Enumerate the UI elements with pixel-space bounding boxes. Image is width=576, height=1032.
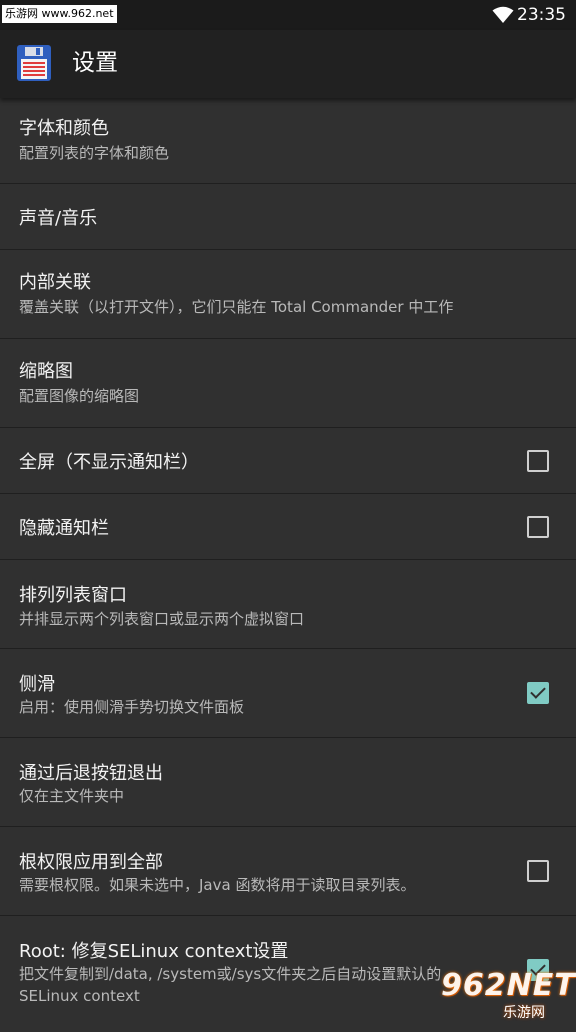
setting-subtitle: 仅在主文件夹中 xyxy=(19,787,125,805)
root-apply-all-checkbox[interactable] xyxy=(527,860,549,882)
watermark-logo: 962NET 乐游网 xyxy=(441,968,575,1021)
setting-subtitle: 覆盖关联（以打开文件），它们只能在 Total Commander 中工作 xyxy=(19,298,454,316)
setting-title: 隐藏通知栏 xyxy=(19,518,109,539)
page-title: 设置 xyxy=(72,50,118,76)
setting-sound-music[interactable]: 声音/音乐 xyxy=(0,184,576,250)
setting-title: 排列列表窗口 xyxy=(19,585,127,606)
status-bar: 乐游网 www.962.net 23:35 xyxy=(0,0,576,30)
watermark-logo-text: 962NET xyxy=(441,968,576,1003)
setting-title: 字体和颜色 xyxy=(19,118,109,139)
setting-font-color[interactable]: 字体和颜色 配置列表的字体和颜色 xyxy=(0,98,576,184)
setting-thumbnails[interactable]: 缩略图 配置图像的缩略图 xyxy=(0,339,576,428)
settings-list: 字体和颜色 配置列表的字体和颜色 声音/音乐 内部关联 覆盖关联（以打开文件），… xyxy=(0,98,576,1032)
setting-subtitle: 配置图像的缩略图 xyxy=(19,387,140,405)
hide-notification-bar-checkbox[interactable] xyxy=(527,516,549,538)
watermark-label: 乐游网 www.962.net xyxy=(2,5,117,23)
status-clock: 23:35 xyxy=(517,5,566,25)
app-bar: 设置 xyxy=(0,30,576,98)
setting-arrange-windows[interactable]: 排列列表窗口 并排显示两个列表窗口或显示两个虚拟窗口 xyxy=(0,560,576,649)
setting-hide-notification-bar[interactable]: 隐藏通知栏 xyxy=(0,494,576,560)
setting-subtitle: 把文件复制到/data, /system或/sys文件夹之后自动设置默认的 SE… xyxy=(19,965,442,1005)
setting-title: Root: 修复SELinux context设置 xyxy=(19,941,289,962)
setting-title: 声音/音乐 xyxy=(19,208,98,229)
setting-title: 全屏（不显示通知栏） xyxy=(19,452,199,473)
check-icon xyxy=(530,683,546,699)
setting-exit-back-button[interactable]: 通过后退按钮退出 仅在主文件夹中 xyxy=(0,738,576,827)
setting-root-apply-all[interactable]: 根权限应用到全部 需要根权限。如果未选中，Java 函数将用于读取目录列表。 xyxy=(0,827,576,916)
wifi-icon xyxy=(492,6,514,23)
watermark-logo-subtext: 乐游网 xyxy=(503,1005,545,1021)
setting-subtitle: 并排显示两个列表窗口或显示两个虚拟窗口 xyxy=(19,610,305,628)
fullscreen-checkbox[interactable] xyxy=(527,450,549,472)
setting-title: 侧滑 xyxy=(19,674,55,695)
setting-subtitle: 需要根权限。如果未选中，Java 函数将用于读取目录列表。 xyxy=(19,876,416,894)
floppy-disk-icon xyxy=(17,45,51,81)
swipe-checkbox[interactable] xyxy=(527,682,549,704)
setting-title: 根权限应用到全部 xyxy=(19,852,163,873)
setting-subtitle: 配置列表的字体和颜色 xyxy=(19,144,170,162)
setting-fullscreen[interactable]: 全屏（不显示通知栏） xyxy=(0,428,576,494)
setting-title: 缩略图 xyxy=(19,361,73,382)
setting-title: 内部关联 xyxy=(19,272,91,293)
setting-subtitle: 启用：使用侧滑手势切换文件面板 xyxy=(19,698,245,716)
setting-internal-associations[interactable]: 内部关联 覆盖关联（以打开文件），它们只能在 Total Commander 中… xyxy=(0,250,576,339)
setting-swipe[interactable]: 侧滑 启用：使用侧滑手势切换文件面板 xyxy=(0,649,576,738)
setting-title: 通过后退按钮退出 xyxy=(19,763,163,784)
